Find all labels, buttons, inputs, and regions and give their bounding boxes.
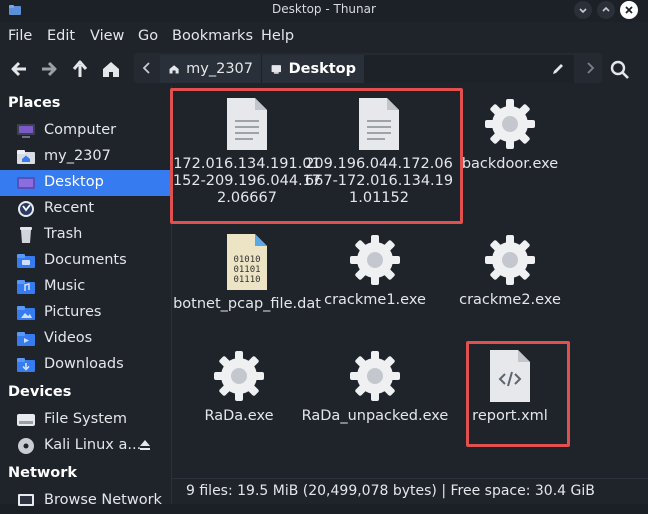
minimize-icon <box>579 8 587 14</box>
breadcrumb-home[interactable]: my_2307 <box>160 55 262 83</box>
file-item[interactable]: RaDa_unpacked.exe <box>300 348 450 425</box>
sidebar-item-documents[interactable]: Documents <box>0 248 171 274</box>
menu-view[interactable]: View <box>90 28 124 44</box>
home-icon[interactable] <box>100 58 122 80</box>
search-icon[interactable] <box>609 59 631 81</box>
sidebar-item-label: Documents <box>44 252 127 268</box>
file-view: 172.016.134.191.01152-209.196.044.172.06… <box>170 86 648 476</box>
executable-gear-icon <box>485 99 535 149</box>
sidebar-item-label: my_2307 <box>44 148 111 164</box>
file-name: crackme2.exe <box>459 292 561 308</box>
sidebar-item-file-system[interactable]: File System <box>0 407 171 433</box>
sidebar-item-label: Computer <box>44 122 117 138</box>
sidebar-header-network: Network <box>8 465 78 481</box>
sidebar-item-kali-disc[interactable]: Kali Linux a... <box>0 433 171 459</box>
videos-folder-icon <box>17 332 35 346</box>
sidebar-item-videos[interactable]: Videos <box>0 326 171 352</box>
maximize-icon <box>602 6 610 12</box>
eject-icon[interactable] <box>138 438 152 452</box>
menu-edit[interactable]: Edit <box>47 28 75 44</box>
file-name: crackme1.exe <box>324 292 426 308</box>
home-icon <box>169 65 179 74</box>
executable-gear-icon <box>485 235 535 285</box>
status-text: 9 files: 19.5 MiB (20,499,078 bytes) | F… <box>186 483 595 499</box>
optical-disc-icon <box>18 438 34 454</box>
file-item[interactable]: crackme2.exe <box>435 232 585 309</box>
binary-file-icon: 01010 01101 01110 <box>227 234 267 290</box>
maximize-button[interactable] <box>597 1 615 19</box>
file-item[interactable]: crackme1.exe <box>300 232 450 309</box>
breadcrumb-label: Desktop <box>288 61 356 77</box>
window-title: Desktop - Thunar <box>272 2 376 16</box>
status-bar: 9 files: 19.5 MiB (20,499,078 bytes) | F… <box>172 478 648 504</box>
sidebar-item-label: Browse Network <box>44 492 162 508</box>
file-name: RaDa_unpacked.exe <box>301 408 449 424</box>
sidebar-item-label: Videos <box>44 330 93 346</box>
sidebar-item-desktop[interactable]: Desktop <box>0 170 171 196</box>
breadcrumb-label: my_2307 <box>186 61 253 77</box>
pencil-icon[interactable] <box>550 61 566 77</box>
sidebar-item-label: Trash <box>44 226 83 242</box>
sidebar-header-devices: Devices <box>8 384 72 400</box>
chevron-left-icon[interactable] <box>140 61 154 75</box>
pictures-folder-icon <box>17 306 35 320</box>
path-bar-empty <box>364 55 574 83</box>
sidebar-header-places: Places <box>8 95 61 111</box>
menu-file[interactable]: File <box>8 28 32 44</box>
sidebar-item-label: Desktop <box>44 174 104 190</box>
computer-icon <box>17 124 35 138</box>
sidebar-item-browse-network[interactable]: Browse Network <box>0 488 171 514</box>
music-folder-icon <box>17 280 35 294</box>
drive-icon <box>17 414 35 426</box>
svg-text:01110: 01110 <box>233 275 260 285</box>
scrollbar[interactable] <box>641 86 648 476</box>
svg-text:01010: 01010 <box>233 255 260 265</box>
file-name: RaDa.exe <box>204 408 274 424</box>
sidebar-item-recent[interactable]: Recent <box>0 196 171 222</box>
arrow-left-icon[interactable] <box>8 58 30 80</box>
highlight-box-conversation-files <box>170 88 463 224</box>
downloads-folder-icon <box>17 358 35 372</box>
recent-icon <box>18 201 34 217</box>
executable-gear-icon <box>350 235 400 285</box>
home-folder-icon <box>17 150 35 164</box>
executable-gear-icon <box>214 351 264 401</box>
svg-text:01101: 01101 <box>233 265 260 275</box>
sidebar-item-downloads[interactable]: Downloads <box>0 352 171 378</box>
executable-gear-icon <box>350 351 400 401</box>
desktop-icon <box>17 177 35 189</box>
trash-icon <box>20 227 32 243</box>
breadcrumb-desktop[interactable]: Desktop <box>262 55 364 83</box>
minimize-button[interactable] <box>574 1 592 19</box>
sidebar-item-label: Pictures <box>44 304 102 320</box>
documents-folder-icon <box>17 254 35 268</box>
arrow-up-icon[interactable] <box>69 58 91 80</box>
sidebar-item-label: Recent <box>44 200 95 216</box>
close-button[interactable] <box>620 1 638 19</box>
sidebar: Places Computer my_2307 Desktop Recent T… <box>0 86 172 508</box>
menu-bar: File Edit View Go Bookmarks Help <box>0 24 648 50</box>
sidebar-item-label: Music <box>44 278 86 294</box>
sidebar-item-label: File System <box>44 411 127 427</box>
close-icon <box>625 6 633 14</box>
file-item[interactable]: RaDa.exe <box>164 348 314 425</box>
sidebar-item-label: Kali Linux a... <box>44 437 142 453</box>
file-manager-window: Desktop - Thunar File Edit View Go Bookm… <box>0 0 648 508</box>
arrow-right-icon[interactable] <box>38 58 60 80</box>
chevron-right-icon[interactable] <box>583 61 597 75</box>
sidebar-item-label: Downloads <box>44 356 124 372</box>
desktop-icon <box>271 65 282 74</box>
sidebar-item-computer[interactable]: Computer <box>0 118 171 144</box>
sidebar-item-music[interactable]: Music <box>0 274 171 300</box>
menu-bookmarks[interactable]: Bookmarks <box>172 28 253 44</box>
sidebar-item-home[interactable]: my_2307 <box>0 144 171 170</box>
menu-go[interactable]: Go <box>138 28 158 44</box>
sidebar-item-trash[interactable]: Trash <box>0 222 171 248</box>
title-bar: Desktop - Thunar <box>0 0 648 22</box>
menu-help[interactable]: Help <box>261 28 294 44</box>
network-icon <box>18 494 34 506</box>
sidebar-item-pictures[interactable]: Pictures <box>0 300 171 326</box>
highlight-box-report <box>466 341 570 447</box>
